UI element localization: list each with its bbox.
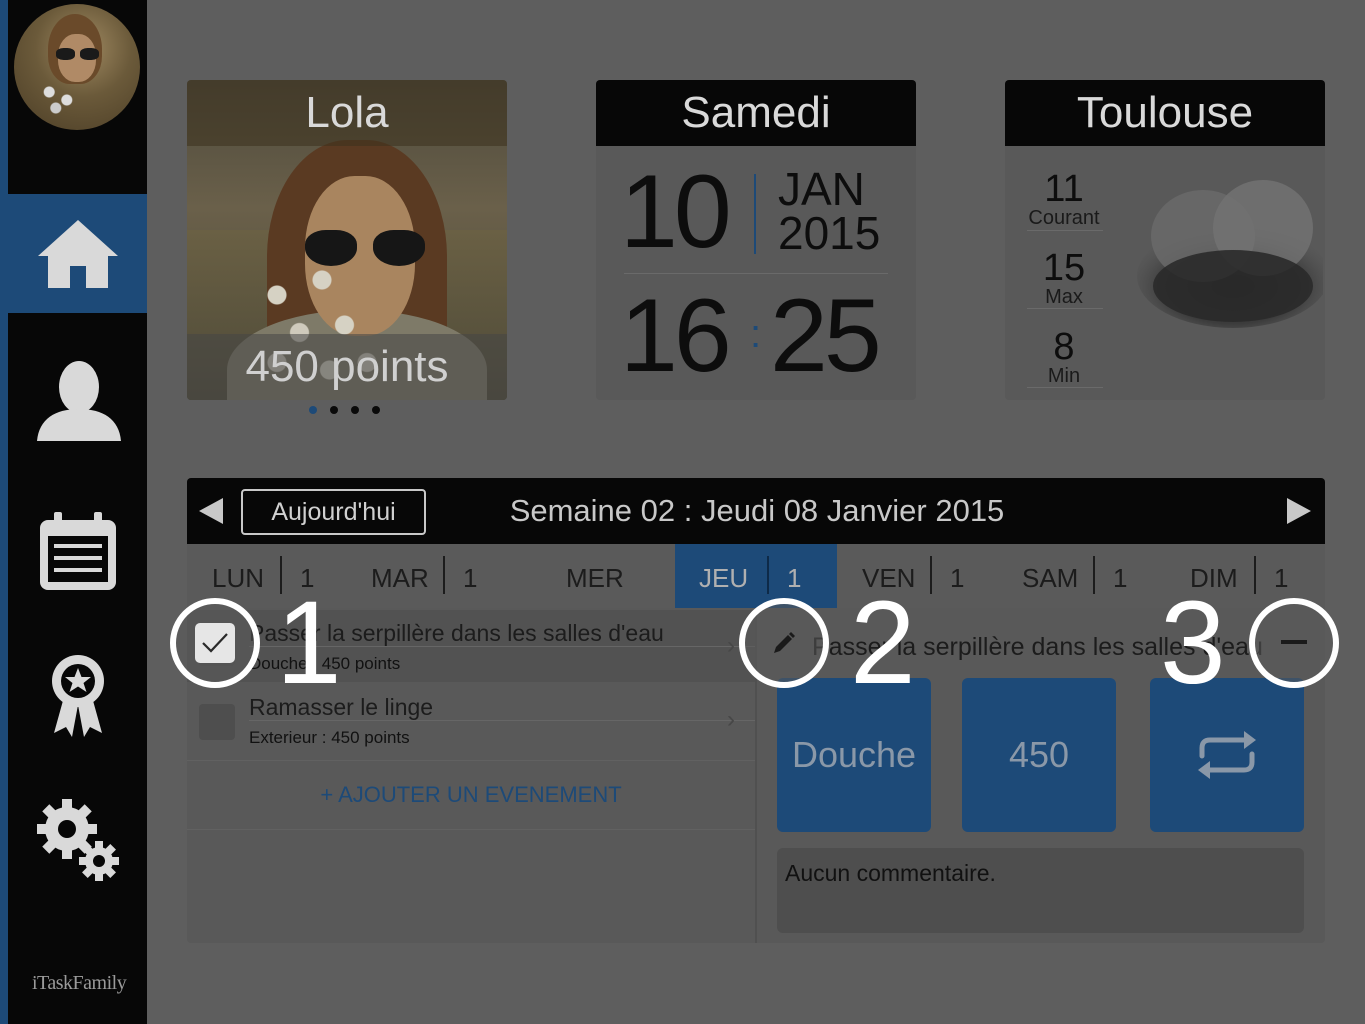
temp-current: 11 Courant <box>1025 170 1103 228</box>
page-dot[interactable] <box>372 406 380 414</box>
tutorial-number: 3 <box>1160 577 1226 709</box>
date-day: 10 <box>620 154 732 270</box>
sidebar-item-rewards[interactable] <box>8 640 147 750</box>
tab-mar[interactable]: MAR 1 <box>349 544 511 608</box>
sidebar-edge <box>0 0 8 1024</box>
page-dot[interactable] <box>351 406 359 414</box>
page-dot[interactable] <box>309 406 317 414</box>
temp-min: 8 Min <box>1025 328 1103 386</box>
date-card: Samedi 10 JAN 2015 16 : 25 <box>596 80 916 400</box>
sidebar-item-settings[interactable] <box>8 785 147 895</box>
app-logo: iTaskFamily <box>32 972 127 994</box>
task-row[interactable]: Passer la serpillère dans les salles d'e… <box>187 610 755 682</box>
comment-box[interactable]: Aucun commentaire. <box>777 848 1304 933</box>
tutorial-marker-edit[interactable] <box>739 598 829 688</box>
cloud-icon <box>1137 180 1323 328</box>
day-separator <box>443 556 445 594</box>
day-count: 1 <box>1113 563 1128 593</box>
day-separator <box>930 556 932 594</box>
points-tile[interactable]: 450 <box>962 678 1116 832</box>
task-divider <box>249 720 755 721</box>
sidebar-item-home[interactable] <box>8 194 147 313</box>
weekday-title: Samedi <box>596 80 916 146</box>
task-checkbox[interactable] <box>199 704 235 740</box>
gears-icon <box>36 799 119 881</box>
previous-week-arrow-icon[interactable] <box>199 498 223 524</box>
day-count: 1 <box>1274 563 1289 593</box>
temp-divider <box>1027 308 1103 309</box>
page-indicator[interactable] <box>309 406 380 414</box>
tutorial-marker-check[interactable] <box>170 598 260 688</box>
temp-max-label: Max <box>1045 286 1083 308</box>
temp-max: 15 Max <box>1025 249 1103 307</box>
calendar-icon <box>39 512 116 590</box>
tab-sam[interactable]: SAM 1 <box>1000 544 1162 608</box>
tutorial-number: 2 <box>850 577 916 709</box>
day-separator <box>1093 556 1095 594</box>
day-name: JEU <box>699 563 749 593</box>
day-name: LUN <box>212 563 265 593</box>
sidebar-item-calendar[interactable] <box>8 500 147 600</box>
day-name: SAM <box>1022 563 1079 593</box>
chevron-right-icon: › <box>727 706 735 733</box>
profile-card[interactable]: Lola 450 points <box>187 80 507 400</box>
day-name: MER <box>566 563 624 593</box>
weather-card: Toulouse 11 Courant 15 Max 8 Min <box>1005 80 1325 400</box>
week-panel: Aujourd'hui Semaine 02 : Jeudi 08 Janvie… <box>187 478 1325 943</box>
tutorial-number: 1 <box>276 577 342 709</box>
tutorial-marker-delete[interactable] <box>1249 598 1339 688</box>
date-divider <box>624 273 888 274</box>
temp-min-label: Min <box>1047 365 1081 387</box>
checkbox[interactable] <box>195 623 235 663</box>
date-separator <box>754 174 756 254</box>
week-title: Semaine 02 : Jeudi 08 Janvier 2015 <box>509 493 1005 528</box>
day-separator <box>1254 556 1256 594</box>
day-name: MAR <box>371 563 429 593</box>
checkmark-icon <box>202 633 228 653</box>
time-hours: 16 <box>620 278 732 394</box>
temp-max-value: 15 <box>1042 247 1086 289</box>
temp-min-value: 8 <box>1053 326 1075 368</box>
day-count: 1 <box>950 563 965 593</box>
next-week-arrow-icon[interactable] <box>1287 498 1311 524</box>
temp-current-value: 11 <box>1044 168 1084 210</box>
date-month: JAN <box>778 163 865 215</box>
pencil-icon <box>774 632 795 653</box>
repeat-icon <box>1198 731 1256 779</box>
day-separator <box>767 556 769 594</box>
tab-jeu[interactable]: JEU 1 <box>675 544 837 608</box>
avatar[interactable] <box>14 4 140 130</box>
time-minutes: 25 <box>770 278 882 394</box>
temp-divider <box>1027 387 1103 388</box>
award-ribbon-icon <box>51 655 104 737</box>
date-year: 2015 <box>778 207 881 259</box>
task-subtitle: Exterieur : 450 points <box>249 728 410 747</box>
today-button[interactable]: Aujourd'hui <box>241 489 426 535</box>
temp-divider <box>1027 230 1103 231</box>
day-count: 1 <box>463 563 478 593</box>
task-row[interactable]: Ramasser le linge Exterieur : 450 points… <box>187 684 755 756</box>
tab-mer[interactable]: MER <box>512 544 674 608</box>
add-event-button[interactable]: + AJOUTER UN EVENEMENT <box>187 760 755 830</box>
sidebar-item-profile[interactable] <box>8 340 147 460</box>
time-colon: : <box>750 312 762 356</box>
week-header: Aujourd'hui Semaine 02 : Jeudi 08 Janvie… <box>187 478 1325 544</box>
home-icon <box>37 219 118 288</box>
profile-name: Lola <box>187 80 507 146</box>
profile-points: 450 points <box>187 334 507 400</box>
sidebar: iTaskFamily <box>0 0 147 1024</box>
minus-icon <box>1281 640 1307 644</box>
temp-current-label: Courant <box>1028 207 1100 229</box>
days-tabs: LUN 1 MAR 1 MER JEU 1 VEN 1 SAM 1 DIM 1 <box>187 544 1325 608</box>
city-title: Toulouse <box>1005 80 1325 146</box>
user-icon <box>36 361 121 441</box>
day-count: 1 <box>787 563 802 593</box>
page-dot[interactable] <box>330 406 338 414</box>
chevron-right-icon: › <box>727 632 735 659</box>
